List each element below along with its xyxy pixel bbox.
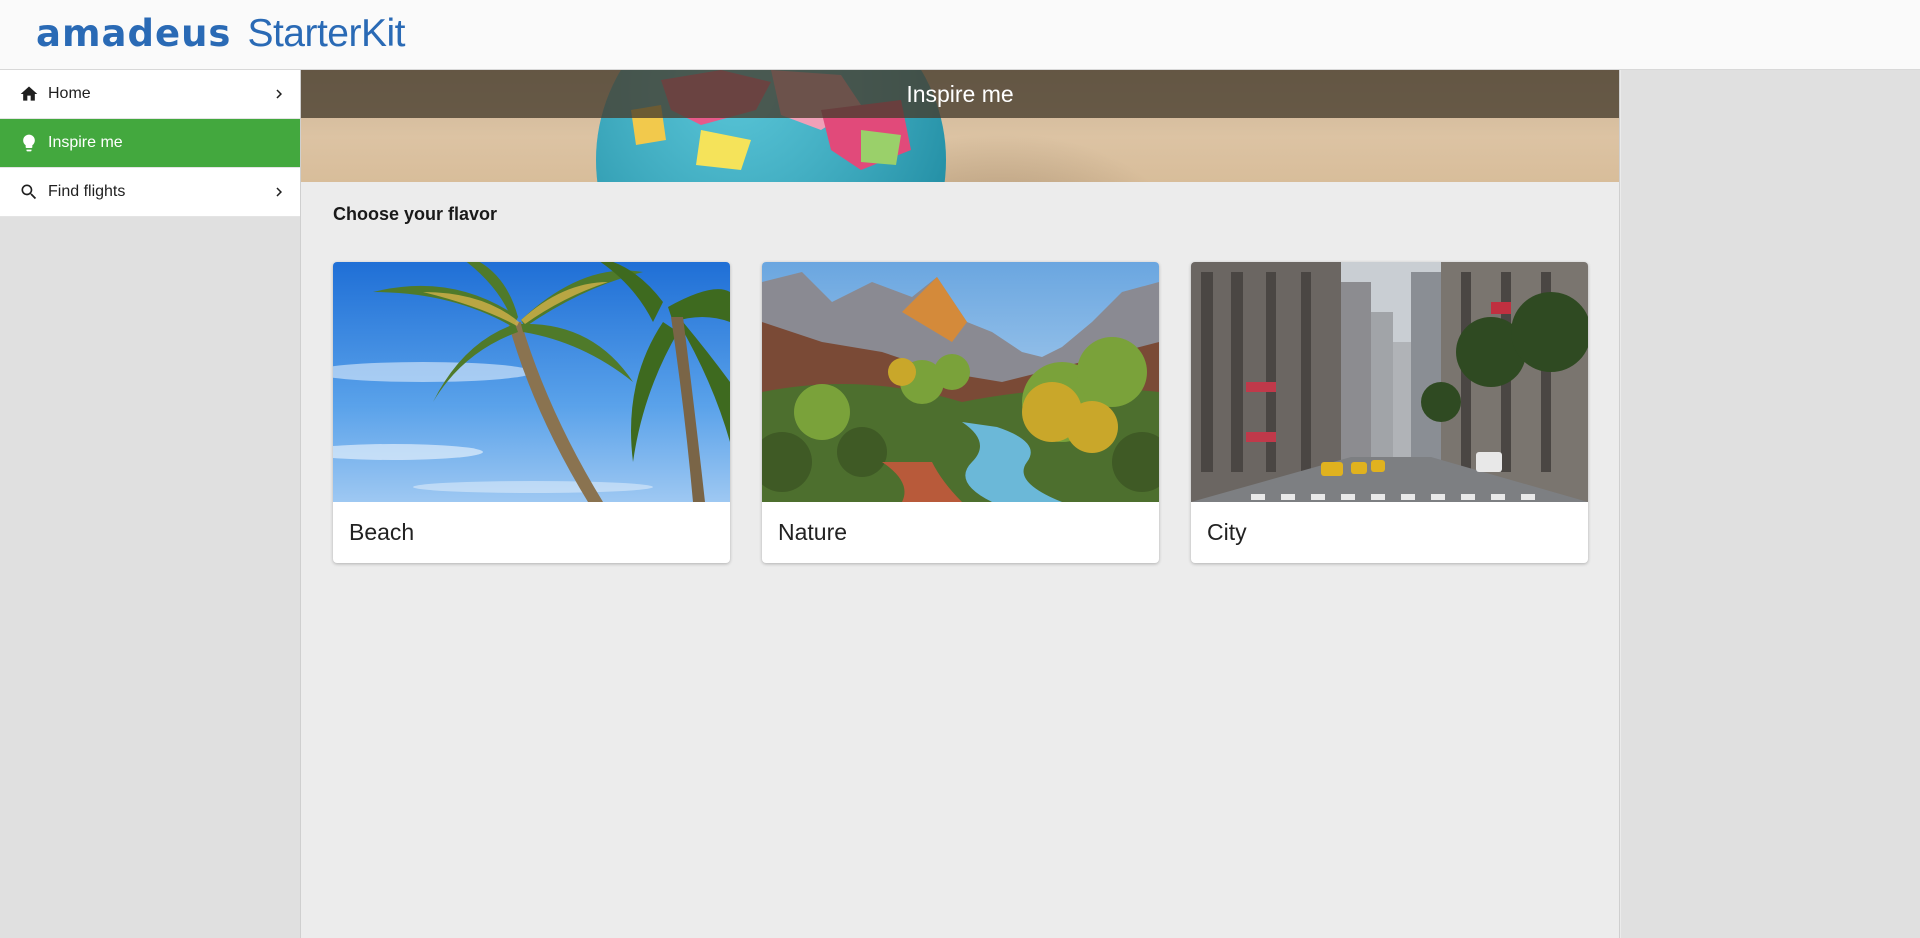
lightbulb-icon (18, 132, 40, 154)
search-icon (18, 181, 40, 203)
section-title: Choose your flavor (333, 204, 498, 224)
logo-brand-text: amadeus (36, 12, 232, 55)
card-label: City (1207, 519, 1247, 545)
right-gutter (1621, 70, 1920, 938)
page-title-bar: Inspire me (301, 70, 1619, 118)
chevron-right-icon (270, 85, 288, 103)
amadeus-starterkit-logo[interactable]: amadeus StarterKit (36, 14, 405, 54)
page-title: Inspire me (906, 80, 1014, 107)
home-icon (18, 83, 40, 105)
nature-photo (762, 262, 1159, 502)
chevron-right-icon (270, 183, 288, 201)
main-content: Inspire me Choose your flavor Beach Natu… (300, 70, 1620, 938)
sidebar-item-label: Home (48, 85, 91, 102)
flavor-card-city[interactable]: City (1191, 262, 1588, 563)
flavor-card-nature[interactable]: Nature (762, 262, 1159, 563)
beach-photo (333, 262, 730, 502)
sidebar-nav: Home Inspire me Find flights (0, 70, 300, 938)
sidebar-item-home[interactable]: Home (0, 70, 300, 119)
card-label: Beach (349, 519, 415, 545)
flavor-cards: Beach Nature City (333, 262, 1588, 563)
sidebar-item-label: Inspire me (48, 134, 123, 151)
flavor-card-beach[interactable]: Beach (333, 262, 730, 563)
city-photo (1191, 262, 1588, 502)
sidebar-item-label: Find flights (48, 183, 126, 200)
sidebar-item-find-flights[interactable]: Find flights (0, 168, 300, 217)
logo-product-text: StarterKit (247, 12, 405, 55)
card-label: Nature (778, 519, 848, 545)
sidebar-item-inspire-me[interactable]: Inspire me (0, 119, 300, 168)
top-header: amadeus StarterKit (0, 0, 1920, 70)
hero-banner: Inspire me (301, 70, 1619, 182)
